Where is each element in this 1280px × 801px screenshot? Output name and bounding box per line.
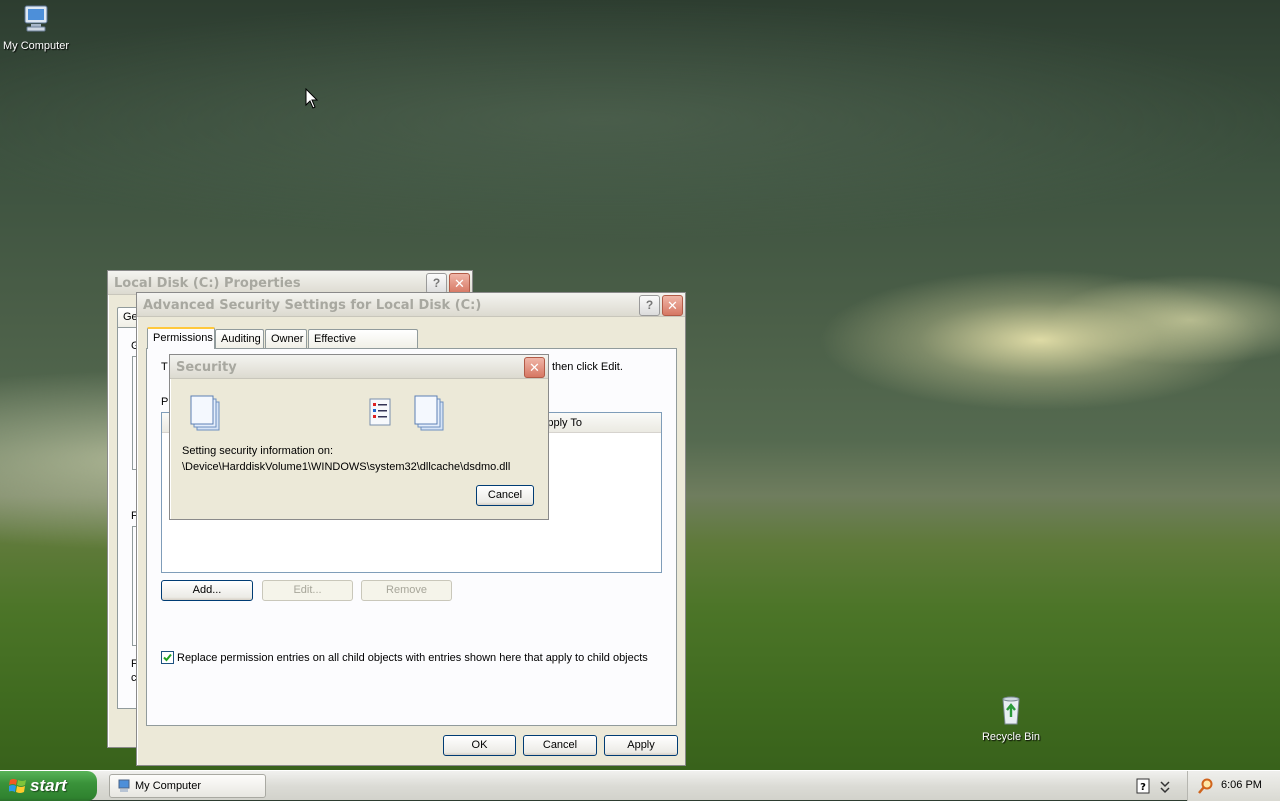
window-title: Advanced Security Settings for Local Dis… xyxy=(143,298,482,313)
column-header-apply-to[interactable]: Apply To xyxy=(540,417,658,433)
list-label: P xyxy=(161,396,169,408)
taskbar: start My Computer ? 6:06 PM xyxy=(0,770,1280,801)
status-line-1: Setting security information on: xyxy=(182,445,334,457)
close-button[interactable]: ✕ xyxy=(662,295,683,316)
tab-auditing[interactable]: Auditing xyxy=(215,329,264,349)
status-line-2-path: \Device\HarddiskVolume1\WINDOWS\system32… xyxy=(182,461,511,473)
tab-effective-permissions[interactable]: Effective Permissions xyxy=(308,329,418,364)
help-icon[interactable]: ? xyxy=(1136,778,1150,794)
start-button[interactable]: start xyxy=(0,771,97,801)
tab-owner[interactable]: Owner xyxy=(265,329,307,349)
close-button[interactable]: ✕ xyxy=(524,357,545,378)
list-properties-icon xyxy=(369,398,391,426)
window-title: Security xyxy=(176,360,237,375)
tab-label: Auditing xyxy=(221,333,261,345)
help-button[interactable]: ? xyxy=(426,273,447,294)
start-label: start xyxy=(30,776,67,795)
close-button[interactable]: ✕ xyxy=(449,273,470,294)
recycle-bin-icon xyxy=(1002,696,1020,725)
checkmark-icon xyxy=(163,653,172,662)
taskbar-item-my-computer[interactable]: My Computer xyxy=(109,774,266,798)
document-icon xyxy=(414,395,444,431)
advanced-titlebar[interactable]: Advanced Security Settings for Local Dis… xyxy=(137,293,685,317)
edit-button[interactable]: Edit... xyxy=(262,580,353,601)
security-dialog: Security ✕ Setting security information … xyxy=(169,354,549,520)
tab-label: Owner xyxy=(271,333,304,345)
clock: 6:06 PM xyxy=(1221,779,1262,791)
chevron-icon[interactable] xyxy=(1159,778,1171,794)
tab-label: Permissions xyxy=(153,332,213,344)
apply-button[interactable]: Apply xyxy=(604,735,678,756)
remove-button[interactable]: Remove xyxy=(361,580,452,601)
security-titlebar[interactable]: Security ✕ xyxy=(170,355,548,379)
add-button[interactable]: Add... xyxy=(161,580,253,601)
svg-text:?: ? xyxy=(1140,782,1146,793)
mouse-cursor-icon xyxy=(305,88,319,109)
taskbar-item-label: My Computer xyxy=(135,780,202,792)
ok-button[interactable]: OK xyxy=(443,735,516,756)
my-computer-icon xyxy=(118,779,130,792)
my-computer-icon xyxy=(24,5,48,32)
help-button[interactable]: ? xyxy=(639,295,660,316)
tab-permissions[interactable]: Permissions xyxy=(147,327,215,349)
intro-text-start: T xyxy=(161,361,168,373)
desktop-icon-label: Recycle Bin xyxy=(981,731,1041,743)
document-icon xyxy=(190,395,220,431)
cancel-button[interactable]: Cancel xyxy=(523,735,597,756)
system-tray: 6:06 PM xyxy=(1187,771,1280,801)
replace-permissions-checkbox[interactable] xyxy=(161,651,174,664)
search-icon[interactable] xyxy=(1198,778,1214,794)
replace-permissions-label[interactable]: Replace permission entries on all child … xyxy=(177,652,648,664)
intro-text-end: then click Edit. xyxy=(552,361,623,373)
window-title: Local Disk (C:) Properties xyxy=(114,276,301,291)
desktop-icon-my-computer[interactable]: My Computer xyxy=(0,3,76,52)
windows-flag-icon xyxy=(9,779,26,793)
desktop-icon-label: My Computer xyxy=(2,40,70,52)
cancel-button[interactable]: Cancel xyxy=(476,485,534,506)
desktop-icon-recycle-bin[interactable]: Recycle Bin xyxy=(971,694,1051,743)
